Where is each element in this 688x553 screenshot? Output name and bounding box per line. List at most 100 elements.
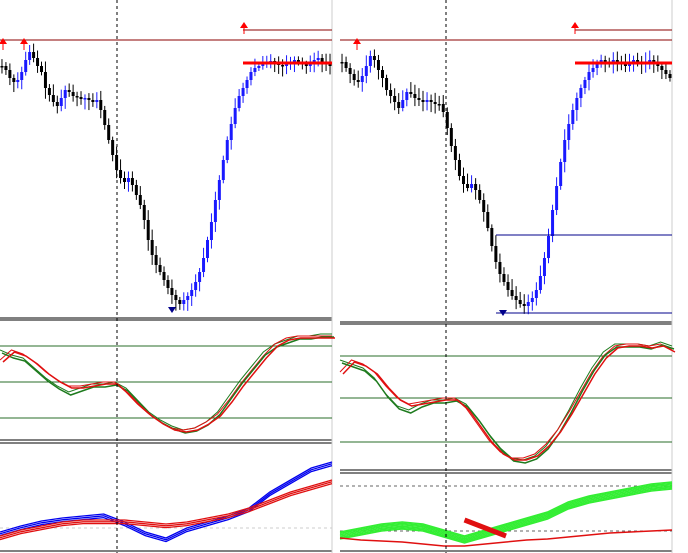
candle-body [405, 92, 409, 100]
candle-body [28, 52, 32, 60]
candle-body [146, 220, 150, 240]
candle-body [559, 162, 563, 186]
candle-body [425, 100, 429, 102]
candle-body [134, 185, 138, 195]
candle-body [526, 302, 530, 306]
candle-body [385, 78, 389, 90]
candle-body [510, 290, 514, 296]
candle-body [8, 70, 12, 78]
candle-body [518, 300, 522, 304]
candle-body [372, 56, 376, 60]
candle-body [352, 74, 356, 80]
candle-body [542, 258, 546, 276]
candle-body [567, 124, 571, 140]
candle-body [198, 272, 202, 282]
candle-body [119, 170, 123, 178]
candle-body [71, 92, 75, 96]
candle-body [490, 228, 494, 246]
candle-body [381, 70, 385, 78]
candle-body [348, 68, 352, 74]
candle-body [470, 184, 474, 188]
candle-body [441, 104, 445, 112]
candle-body [36, 58, 40, 66]
candle-body [368, 56, 372, 66]
candle-body [397, 102, 401, 108]
candle-body [514, 296, 518, 300]
candle-body [482, 200, 486, 212]
candle-body [393, 96, 397, 102]
candle-body [437, 104, 441, 106]
candle-body [4, 66, 8, 70]
candle-body [0, 66, 4, 68]
osc-line-red [339, 529, 673, 547]
candle-body [449, 128, 453, 146]
candle-body [194, 282, 198, 290]
candles-group-right-price [340, 49, 672, 315]
candle-body [87, 98, 91, 100]
candle-body [225, 140, 229, 160]
candle-body [494, 246, 498, 262]
candle-body [457, 160, 461, 176]
candle-body [417, 98, 421, 100]
candle-body [20, 72, 24, 80]
candle-body [551, 210, 555, 236]
candle-body [190, 290, 194, 296]
candle-body [575, 98, 579, 110]
candle-body [583, 80, 587, 88]
candle-body [486, 212, 490, 228]
stoch-line-red [339, 343, 673, 459]
candle-body [217, 180, 221, 200]
candle-body [281, 65, 285, 67]
candle-body [571, 110, 575, 124]
candle-body [233, 108, 237, 124]
candle-body [253, 68, 257, 72]
candle-body [376, 60, 380, 70]
candle-body [51, 95, 55, 102]
candles-group-left-price [0, 43, 332, 311]
candle-body [433, 102, 437, 104]
candle-body [547, 236, 551, 258]
candle-body [530, 298, 534, 302]
candle-body [111, 140, 115, 155]
candle-body [55, 102, 59, 106]
candle-body [506, 282, 510, 290]
candle-body [316, 58, 320, 60]
candle-body [668, 74, 672, 78]
candle-body [453, 146, 457, 160]
candle-body [466, 184, 470, 188]
candle-body [534, 290, 538, 298]
candle-body [209, 222, 213, 240]
candle-body [206, 240, 209, 258]
candle-body [174, 295, 178, 300]
candle-body [24, 60, 28, 72]
candle-body [123, 178, 126, 182]
candle-body [461, 176, 465, 184]
candle-body [409, 92, 413, 94]
candle-body [43, 72, 47, 88]
candle-body [79, 97, 83, 99]
candle-body [257, 66, 261, 68]
candle-body [221, 160, 225, 180]
candle-body [186, 296, 190, 300]
stoch-line-green-2 [341, 344, 675, 464]
candle-body [660, 66, 664, 70]
trading-chart-stage [0, 0, 688, 553]
candle-body [126, 178, 130, 182]
candle-body [158, 265, 162, 272]
candle-body [107, 125, 111, 140]
candle-body [245, 80, 249, 88]
candle-body [364, 66, 368, 76]
candle-body [360, 76, 364, 82]
candle-body [502, 274, 506, 282]
candle-body [150, 240, 154, 255]
candle-body [83, 98, 87, 100]
candle-body [591, 68, 595, 72]
candle-body [154, 255, 158, 265]
candle-body [103, 110, 107, 125]
candle-body [356, 80, 360, 82]
dual-trading-chart[interactable] [0, 0, 688, 553]
candle-body [59, 98, 63, 106]
osc-line-blue [0, 464, 333, 543]
candle-body [538, 276, 542, 290]
candle-body [340, 62, 344, 64]
